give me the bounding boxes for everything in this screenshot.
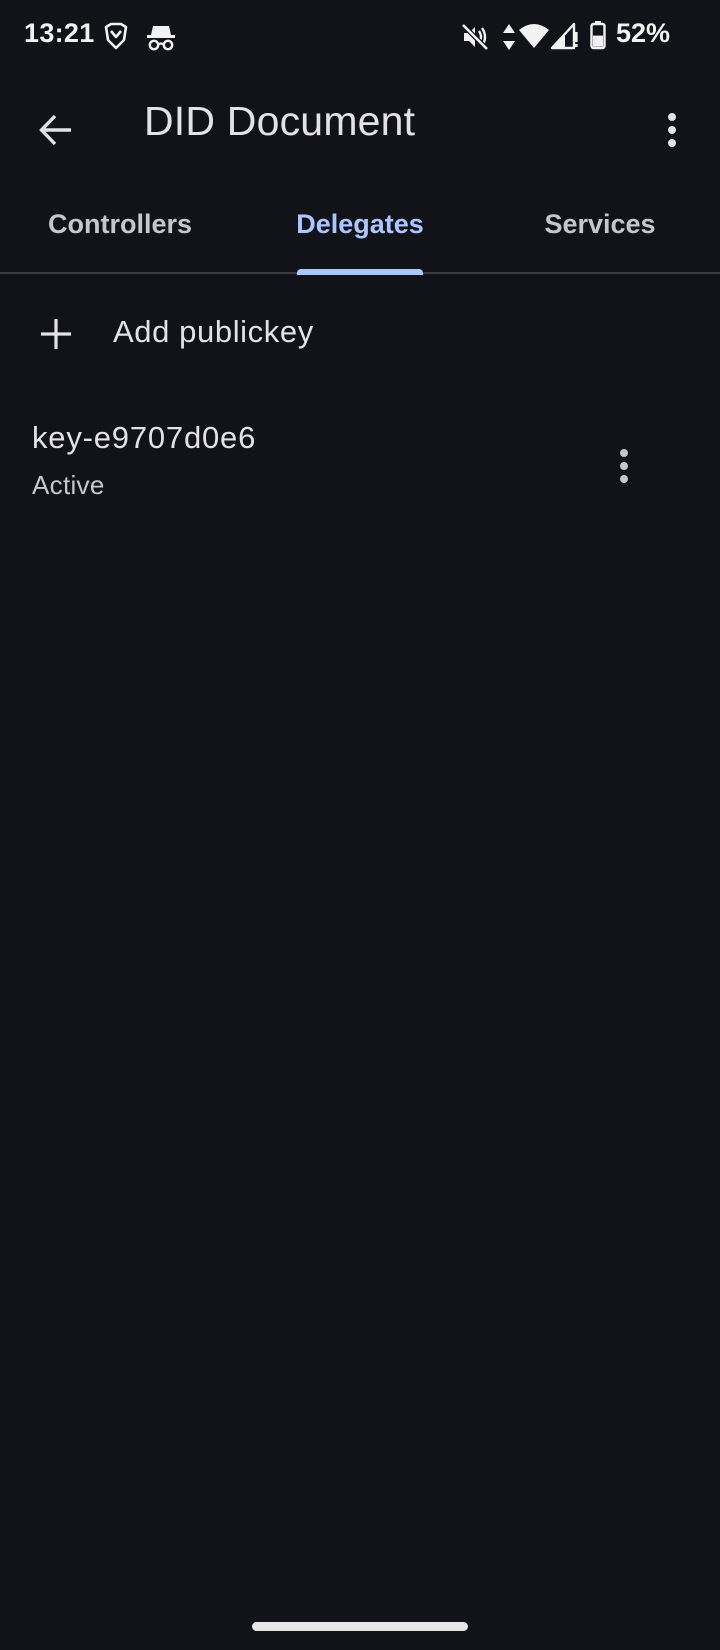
wifi-icon <box>519 24 549 48</box>
more-vert-icon <box>620 449 628 483</box>
incognito-icon <box>147 26 175 51</box>
active-tab-indicator <box>297 269 423 275</box>
status-time: 13:21 <box>24 18 95 48</box>
battery-icon <box>590 21 606 50</box>
add-publickey-button[interactable]: Add publickey <box>0 296 720 368</box>
gesture-nav-handle[interactable] <box>252 1622 468 1631</box>
screen: 13:21 52% DID Document Controllers Deleg… <box>0 0 720 1650</box>
battery-percent: 52% <box>616 18 671 48</box>
key-menu-button[interactable] <box>594 436 654 496</box>
plus-icon <box>41 319 71 349</box>
overflow-menu-button[interactable] <box>640 98 704 162</box>
tab-services[interactable]: Services <box>480 176 720 272</box>
mute-icon <box>461 23 489 51</box>
back-button[interactable] <box>24 98 88 162</box>
tab-controllers[interactable]: Controllers <box>0 176 240 272</box>
signal-icon <box>550 22 578 50</box>
brave-icon <box>104 22 128 50</box>
data-arrows-icon <box>503 24 515 50</box>
key-name: key-e9707d0e6 <box>32 420 257 455</box>
status-bar: 13:21 52% <box>0 0 720 72</box>
more-vert-icon <box>668 113 676 147</box>
tab-delegates[interactable]: Delegates <box>240 176 480 272</box>
add-publickey-label: Add publickey <box>113 314 314 349</box>
key-status: Active <box>32 470 105 500</box>
arrow-back-icon <box>39 114 71 146</box>
app-bar: DID Document <box>0 72 720 176</box>
list-item[interactable]: key-e9707d0e6 Active <box>0 408 720 508</box>
tab-bar: Controllers Delegates Services <box>0 176 720 275</box>
page-title: DID Document <box>144 98 416 144</box>
